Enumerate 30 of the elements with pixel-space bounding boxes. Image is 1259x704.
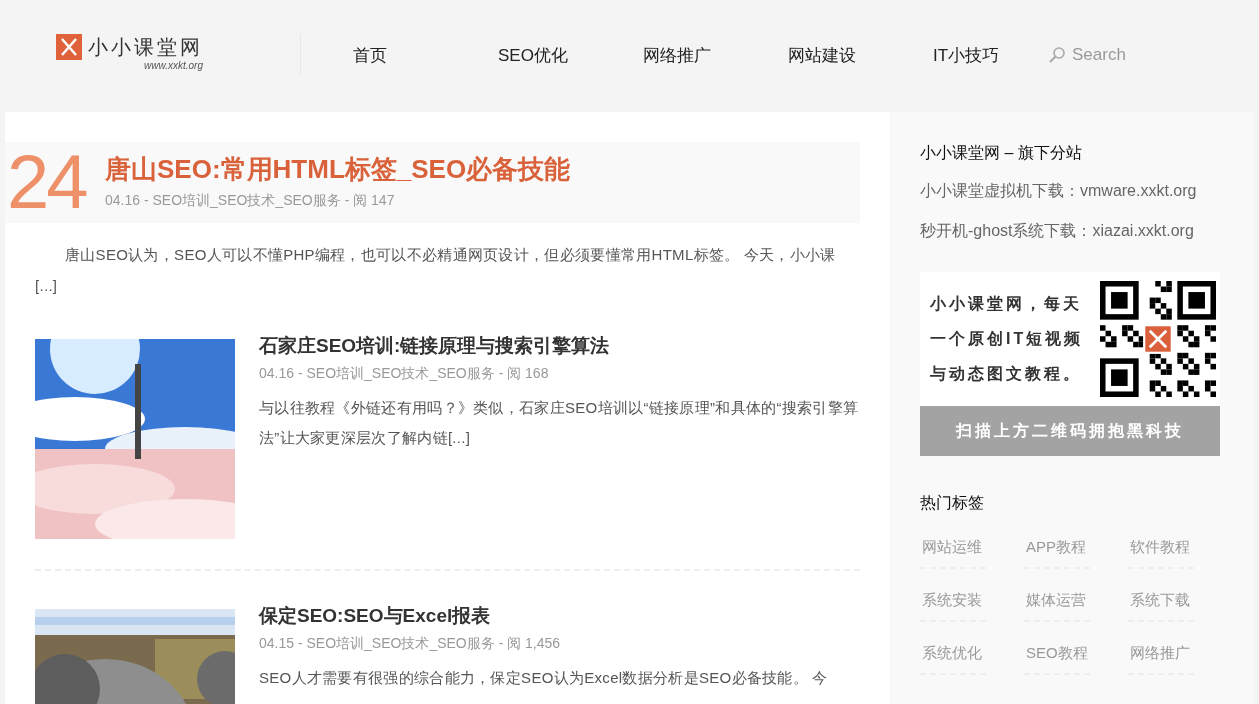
post-excerpt: 与以往教程《外链还有用吗？》类似，石家庄SEO培训以“链接原理”和具体的“搜索引擎算法”让大家更深层次了解内链[...] bbox=[259, 398, 859, 448]
read-more-link[interactable]: [...] bbox=[35, 277, 58, 294]
site-link[interactable]: 小小课堂虚拟机下载：vmware.xxkt.org bbox=[920, 180, 1254, 202]
logo-url: www.xxkt.org bbox=[144, 60, 203, 71]
site-link[interactable]: 秒开机-ghost系统下载：xiazai.xxkt.org bbox=[920, 220, 1254, 242]
post-excerpt: 唐山SEO认为，SEO人可以不懂PHP编程，也可以不必精通网页设计，但必须要懂常用HTML标签。 今天，小小课 [...] bbox=[35, 245, 837, 296]
post-meta: 04.15 - SEO培训_SEO技术_SEO服务 - 阅 1,456 bbox=[259, 634, 562, 653]
promo-text: 与动态图文教程。 bbox=[930, 363, 1083, 384]
post-title[interactable]: 唐山SEO:常用HTML标签_SEO必备技能 bbox=[105, 152, 571, 186]
nav-link[interactable]: 网络推广 bbox=[643, 43, 788, 67]
widget-title: 小小课堂网 – 旗下分站 bbox=[920, 143, 1083, 163]
read-more-link[interactable]: [...] bbox=[447, 429, 471, 446]
post-title[interactable]: 石家庄SEO培训:链接原理与搜索引擎算法 bbox=[259, 333, 859, 359]
post-day: 24 bbox=[5, 144, 105, 220]
qr-code-icon bbox=[1100, 281, 1216, 397]
post-title[interactable]: 保定SEO:SEO与Excel报表 bbox=[259, 603, 859, 629]
search-field[interactable]: Search bbox=[1070, 44, 1184, 66]
nav-link[interactable]: 首页 bbox=[353, 43, 498, 67]
post-excerpt: SEO人才需要有很强的综合能力，保定SEO认为Excel数据分析是SEO必备技能。 今 bbox=[259, 668, 829, 688]
nav-link[interactable]: 网站建设 bbox=[788, 43, 933, 67]
logo-icon bbox=[56, 34, 82, 60]
search-icon bbox=[1048, 46, 1066, 64]
promo-caption: 扫描上方二维码拥抱黑科技 bbox=[920, 406, 1220, 456]
logo-text[interactable]: 小小课堂网 bbox=[88, 34, 203, 60]
post-meta: 04.16 - SEO培训_SEO技术_SEO服务 - 阅 147 bbox=[105, 191, 396, 210]
promo-text: 一个原创IT短视频 bbox=[930, 328, 1084, 349]
promo-text: 小小课堂网，每天 bbox=[930, 293, 1083, 314]
nav-link[interactable]: SEO优化 bbox=[498, 43, 643, 67]
post-meta: 04.16 - SEO培训_SEO技术_SEO服务 - 阅 168 bbox=[259, 364, 550, 383]
widget-title: 热门标签 bbox=[920, 493, 985, 513]
